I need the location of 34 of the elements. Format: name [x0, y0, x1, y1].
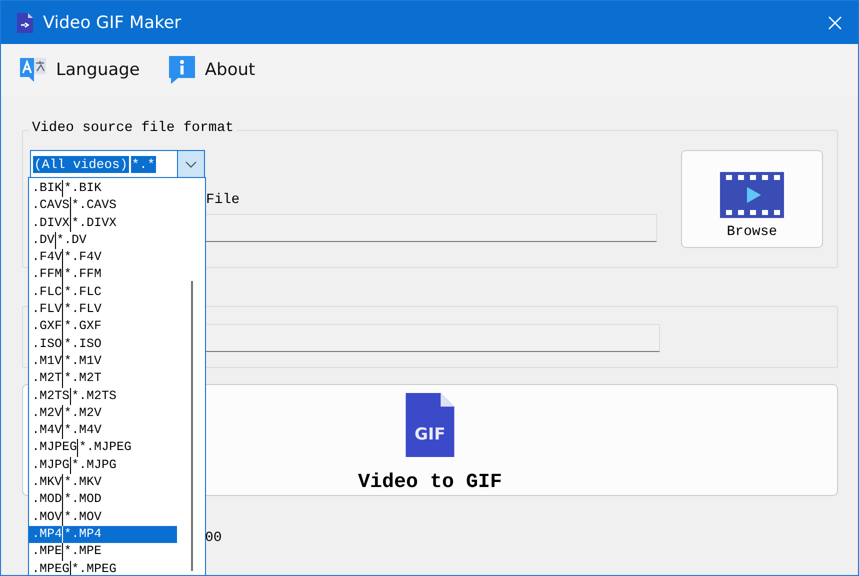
dropdown-option[interactable]: .MP4 *.MP4 — [29, 526, 177, 544]
close-icon — [828, 16, 842, 30]
dropdown-option[interactable]: .M4V *.M4V — [29, 422, 177, 440]
browse-button[interactable]: Browse — [681, 150, 823, 248]
window-title: Video GIF Maker — [43, 12, 182, 32]
dropdown-option[interactable]: .BIK *.BIK — [29, 180, 177, 198]
gif-file-icon: GIF — [405, 393, 455, 457]
dropdown-option[interactable]: .DV *.DV — [29, 232, 177, 250]
dropdown-option[interactable]: .DIVX *.DIVX — [29, 214, 177, 232]
dropdown-option[interactable]: .MJPEG *.MJPEG — [29, 439, 177, 457]
dropdown-option[interactable]: .F4V *.F4V — [29, 249, 177, 266]
dropdown-option[interactable]: .M2TS *.M2TS — [29, 388, 177, 405]
dropdown-option[interactable]: .GXF *.GXF — [29, 318, 177, 336]
info-icon — [166, 54, 197, 86]
status-text: 00 — [205, 530, 222, 546]
menu-item[interactable]: Language — [18, 55, 140, 85]
app-icon — [17, 12, 33, 32]
scrollbar-thumb[interactable] — [191, 281, 193, 571]
dropdown-option[interactable]: .CAVS *.CAVS — [29, 197, 177, 215]
dropdown-option[interactable]: .MPEG *.MPEG — [29, 560, 177, 575]
dropdown-option[interactable]: .FLC *.FLC — [29, 284, 177, 302]
dropdown-option[interactable]: .FLV *.FLV — [29, 301, 177, 318]
field-label: File — [206, 192, 240, 210]
chevron-down-icon — [185, 160, 197, 168]
dropdown-option[interactable]: .FFM *.FFM — [29, 266, 177, 284]
dropdown-option[interactable]: .ISO *.ISO — [29, 336, 177, 353]
dropdown-option[interactable]: .MKV *.MKV — [29, 474, 177, 492]
dropdown-option[interactable]: .MJPG *.MJPG — [29, 456, 177, 474]
format-dropdown[interactable]: (All videos) *.* — [30, 150, 205, 178]
dropdown-option[interactable]: .MPE *.MPE — [29, 543, 177, 561]
dropdown-option[interactable]: .M1V *.M1V — [29, 352, 177, 370]
menu-item[interactable]: About — [166, 54, 256, 86]
dropdown-option[interactable]: .M2V *.M2V — [29, 404, 177, 422]
film-play-icon — [720, 172, 784, 218]
